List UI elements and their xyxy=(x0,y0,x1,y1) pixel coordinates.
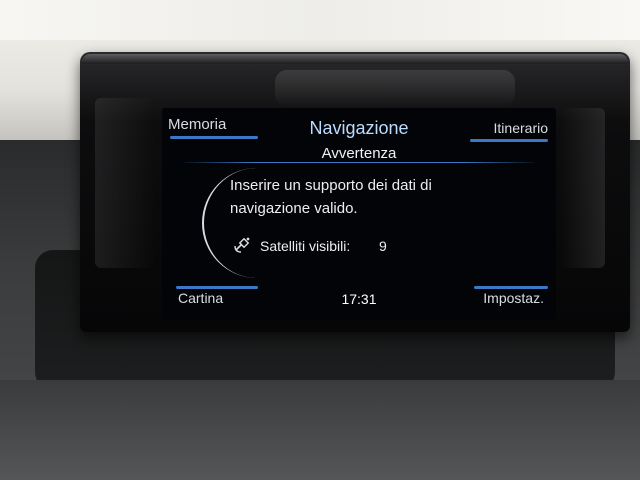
satellites-visible-label: Satelliti visibili: xyxy=(260,238,351,254)
glass-reflection xyxy=(275,70,515,106)
warning-message-line-2: navigazione valido. xyxy=(230,200,358,217)
title-divider xyxy=(184,162,534,163)
satellites-visible-count: 9 xyxy=(379,238,387,254)
itinerario-softkey-bar xyxy=(470,139,548,142)
background-window xyxy=(0,0,640,40)
monitor-top-edge xyxy=(82,54,628,64)
bezel-reflection-left xyxy=(95,98,155,268)
warning-message-line-1: Inserire un supporto dei dati di xyxy=(230,177,432,194)
satellite-icon xyxy=(234,237,250,253)
cartina-softkey-bar xyxy=(176,286,258,289)
itinerario-softkey[interactable]: Itinerario xyxy=(494,120,548,136)
impostazioni-softkey[interactable]: Impostaz. xyxy=(483,290,544,306)
dialog-title: Avvertenza xyxy=(321,145,397,162)
dashboard-lower-panel xyxy=(0,380,640,480)
impostaz-softkey-bar xyxy=(474,286,548,289)
navigation-screen: Memoria Navigazione Itinerario Avvertenz… xyxy=(162,108,556,320)
bezel-reflection-right xyxy=(560,108,605,268)
